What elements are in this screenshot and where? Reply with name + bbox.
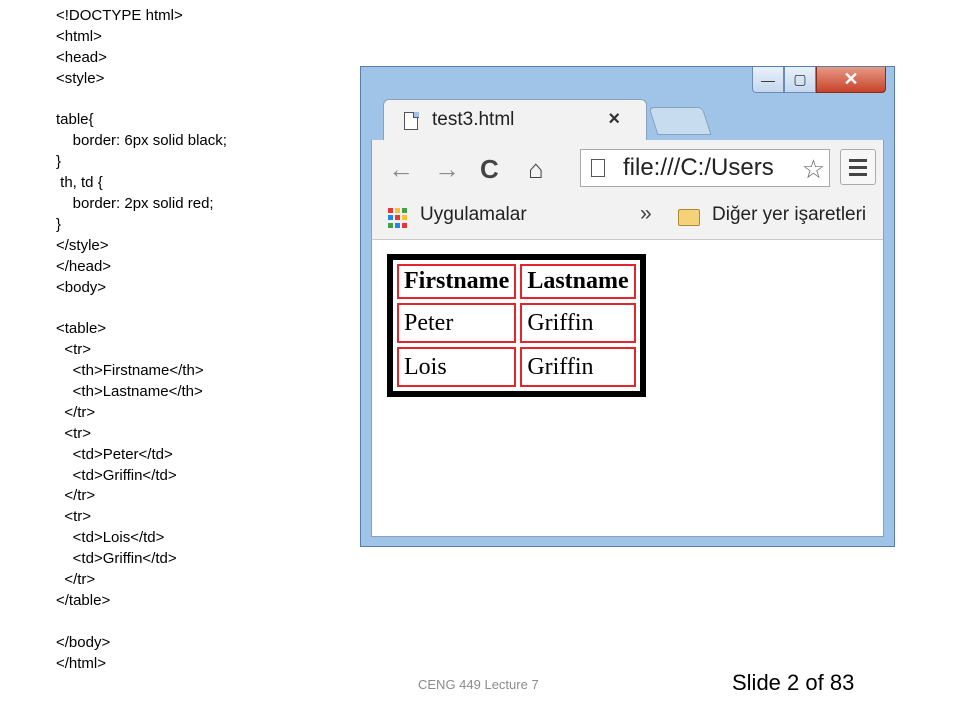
code-line: </body> (56, 633, 111, 651)
tab-close-icon[interactable]: × (608, 108, 620, 131)
bookmark-star-icon[interactable]: ☆ (802, 154, 825, 185)
code-line: <body> (56, 278, 107, 296)
table-cell: Griffin (520, 347, 636, 387)
more-bookmarks-chevron-icon[interactable]: » (640, 202, 652, 226)
browser-toolbar: ← → C ⌂ file:///C:/Users ☆ (371, 140, 884, 196)
tab-test3[interactable]: test3.html × (383, 99, 647, 142)
page-icon (404, 112, 418, 130)
lecture-footer: CENG 449 Lecture 7 (418, 677, 539, 692)
code-line: </style> (56, 236, 109, 254)
code-line: </head> (56, 257, 112, 275)
home-icon[interactable]: ⌂ (528, 154, 544, 185)
apps-dot (402, 215, 407, 221)
apps-dot (402, 222, 407, 228)
code-line: <td>Griffin</td> (56, 466, 177, 484)
code-line: border: 2px solid red; (56, 195, 214, 213)
browser-window: — ▢ ✕ test3.html × ← → C ⌂ file:///C:/Us… (360, 66, 895, 547)
code-line: <!DOCTYPE html> (56, 7, 183, 24)
code-line: <td>Peter</td> (56, 445, 173, 463)
code-line: <head> (56, 48, 107, 66)
code-listing: <!DOCTYPE html> <html> <head> <style> table{… (56, 6, 356, 675)
table-cell: Lois (397, 347, 517, 387)
header-cell: Lastname (520, 264, 636, 299)
table-row: Lois Griffin (397, 347, 636, 387)
address-bar-url: file:///C:/Users (623, 154, 774, 181)
address-bar[interactable]: file:///C:/Users ☆ (580, 149, 830, 187)
back-arrow-icon[interactable]: ← (388, 154, 414, 185)
code-line: <td>Lois</td> (56, 529, 165, 547)
code-line: </tr> (56, 403, 96, 421)
code-line: </html> (56, 654, 107, 672)
bookmarks-bar: Uygulamalar » Diğer yer işaretleri (371, 196, 884, 240)
code-line: </table> (56, 591, 111, 609)
apps-dot (388, 222, 393, 228)
code-line: <tr> (56, 508, 92, 526)
apps-dot (395, 208, 400, 213)
bookmark-apps[interactable]: Uygulamalar (420, 204, 527, 226)
table-row: Firstname Lastname (397, 264, 636, 299)
menu-line (849, 173, 867, 176)
header-cell: Firstname (397, 264, 517, 299)
new-tab-button[interactable] (648, 107, 712, 135)
code-line: <table> (56, 320, 107, 338)
minimize-button[interactable]: — (752, 67, 784, 93)
code-line: border: 6px solid black; (56, 132, 227, 150)
code-line: table{ (56, 111, 94, 129)
code-line: <tr> (56, 341, 92, 359)
bookmark-other[interactable]: Diğer yer işaretleri (712, 204, 866, 226)
code-line: } (56, 153, 62, 171)
menu-line (849, 159, 867, 162)
menu-button[interactable] (840, 149, 876, 185)
tab-title: test3.html (432, 109, 515, 130)
code-line: <html> (56, 27, 102, 45)
apps-dot (395, 215, 400, 221)
table-cell: Peter (397, 303, 517, 343)
apps-dot (402, 208, 407, 213)
page-viewport: Firstname Lastname Peter Griffin Lois Gr… (371, 240, 884, 537)
code-line: </tr> (56, 571, 96, 589)
code-line: } (56, 215, 62, 233)
menu-line (849, 166, 867, 169)
apps-dot (395, 222, 400, 228)
window-controls: — ▢ ✕ (752, 67, 886, 97)
page-icon (591, 159, 605, 177)
close-window-button[interactable]: ✕ (816, 67, 886, 93)
reload-icon[interactable]: C (480, 154, 499, 185)
table-cell: Griffin (520, 303, 636, 343)
maximize-button[interactable]: ▢ (784, 67, 816, 93)
apps-grid-icon[interactable] (388, 208, 408, 228)
slide-number: Slide 2 of 83 (732, 670, 855, 695)
table-row: Peter Griffin (397, 303, 636, 343)
code-line: <tr> (56, 424, 92, 442)
code-line: <th>Firstname</th> (56, 362, 204, 380)
code-line: th, td { (56, 174, 103, 192)
demo-table: Firstname Lastname Peter Griffin Lois Gr… (387, 254, 646, 397)
code-line: <th>Lastname</th> (56, 383, 203, 401)
code-line: <td>Griffin</td> (56, 550, 177, 568)
forward-arrow-icon[interactable]: → (434, 154, 460, 185)
code-line: </tr> (56, 487, 96, 505)
apps-dot (388, 215, 393, 221)
code-line: <style> (56, 69, 105, 87)
folder-icon (678, 209, 700, 226)
apps-dot (388, 208, 393, 213)
